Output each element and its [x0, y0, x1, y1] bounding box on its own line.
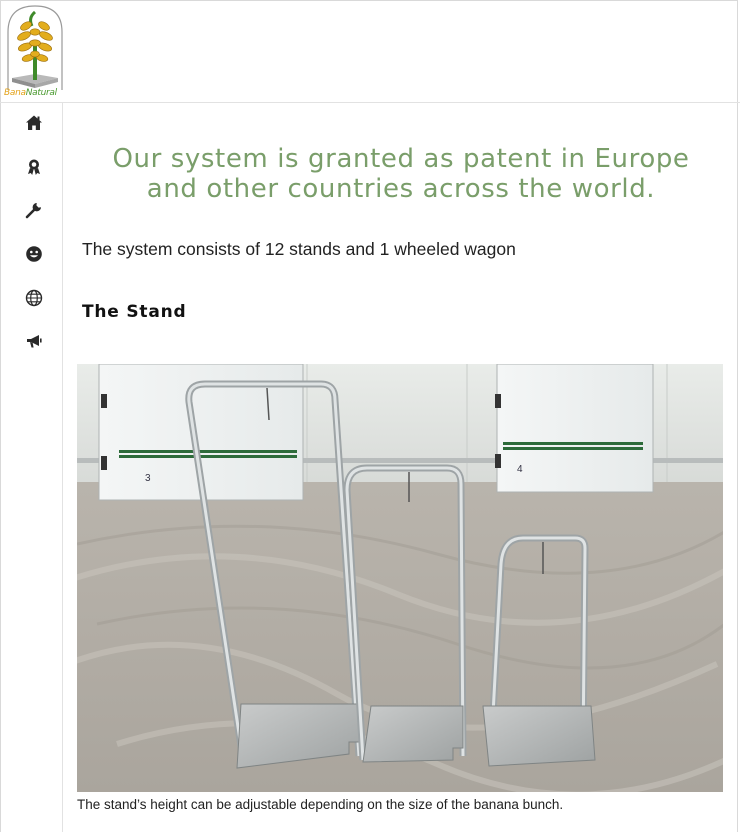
brand-name-part1: Bana — [4, 88, 26, 98]
sidebar-nav — [0, 103, 63, 832]
logo[interactable] — [4, 4, 66, 100]
nav-item-about[interactable] — [22, 242, 46, 266]
top-bar: BanaNatural — [0, 0, 740, 103]
nav-item-tools[interactable] — [22, 198, 46, 222]
brand-name: BanaNatural — [4, 88, 57, 98]
nav-item-world[interactable] — [22, 286, 46, 310]
brand-name-part2: Natural — [25, 88, 57, 98]
headline-line-2: and other countries across the world. — [146, 174, 656, 204]
stand-photo: 3 4 — [77, 364, 723, 792]
award-icon — [28, 159, 40, 175]
logo-graphic — [7, 5, 63, 90]
stand-photo-image: 3 4 — [77, 364, 723, 792]
home-icon — [26, 115, 42, 130]
nav-item-home[interactable] — [22, 111, 46, 135]
headline-line-1: Our system is granted as patent in Europ… — [112, 144, 690, 174]
wrench-icon — [25, 203, 41, 219]
door-left-number: 3 — [145, 473, 151, 484]
intro-text: The system consists of 12 stands and 1 w… — [82, 239, 516, 259]
section-title: The Stand — [82, 302, 187, 322]
nav-item-news[interactable] — [22, 329, 46, 353]
page-headline: Our system is granted as patent in Europ… — [64, 144, 738, 204]
door-right-number: 4 — [517, 464, 523, 475]
nav-item-award[interactable] — [22, 155, 46, 179]
photo-caption: The stand’s height can be adjustable dep… — [77, 797, 564, 812]
megaphone-icon — [27, 335, 42, 348]
globe-icon — [25, 289, 43, 307]
smiley-icon — [26, 246, 42, 262]
